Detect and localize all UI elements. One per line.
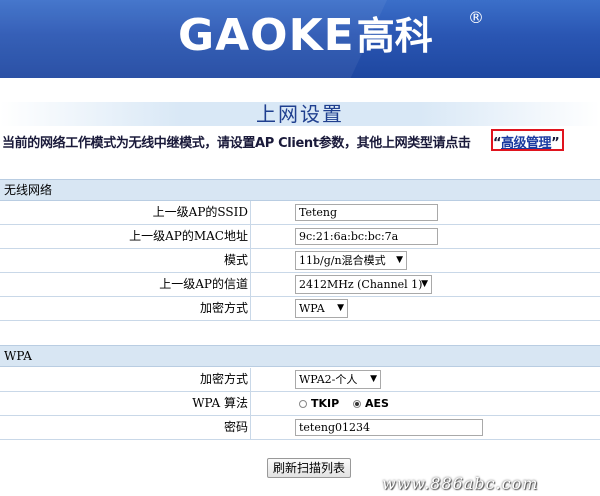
ssid-row: 上一级AP的SSID Teteng xyxy=(0,201,600,225)
security-row: 加密方式 WPA ▼ xyxy=(0,297,600,321)
channel-select-value: 2412MHz (Channel 1) xyxy=(299,278,423,291)
security-select-value: WPA xyxy=(299,302,325,315)
mode-select[interactable]: 11b/g/n混合模式 ▼ xyxy=(295,251,407,270)
password-label: 密码 xyxy=(0,416,251,439)
wpa-algorithm-label: WPA 算法 xyxy=(0,392,251,415)
channel-label: 上一级AP的信道 xyxy=(0,273,251,296)
algorithm-options: TKIP AES xyxy=(299,392,389,415)
quote-close: ” xyxy=(551,136,560,151)
security-label: 加密方式 xyxy=(0,297,251,320)
wpa-section-header: WPA xyxy=(0,345,600,367)
brand-logo-cjk: 高科 xyxy=(356,14,433,58)
mode-label: 模式 xyxy=(0,249,251,272)
advanced-management-link[interactable]: “高级管理” xyxy=(493,132,560,151)
ssid-input[interactable]: Teteng xyxy=(295,204,438,221)
advanced-management-label[interactable]: 高级管理 xyxy=(501,136,552,151)
aes-label: AES xyxy=(365,397,389,410)
mode-row: 模式 11b/g/n混合模式 ▼ xyxy=(0,249,600,273)
brand-logo-latin: GAOKE xyxy=(178,10,355,61)
password-input[interactable]: teteng01234 xyxy=(295,419,483,436)
wireless-section-header: 无线网络 xyxy=(0,179,600,201)
wireless-section-title: 无线网络 xyxy=(4,183,53,197)
mac-input[interactable]: 9c:21:6a:bc:bc:7a xyxy=(295,228,438,245)
tkip-label: TKIP xyxy=(311,397,340,410)
wpa-section-title: WPA xyxy=(4,349,32,363)
wpa-encryption-label: 加密方式 xyxy=(0,368,251,391)
header-banner: GAOKE 高科 ® xyxy=(0,0,600,78)
mode-notice: 当前的网络工作模式为无线中继模式，请设置AP Client参数，其他上网类型请点… xyxy=(2,136,471,151)
aes-radio[interactable] xyxy=(353,399,362,408)
dropdown-arrow-icon: ▼ xyxy=(370,374,377,384)
mode-select-value: 11b/g/n混合模式 xyxy=(299,254,386,267)
mac-row: 上一级AP的MAC地址 9c:21:6a:bc:bc:7a xyxy=(0,225,600,249)
channel-row: 上一级AP的信道 2412MHz (Channel 1) ▼ xyxy=(0,273,600,297)
dropdown-arrow-icon: ▼ xyxy=(396,255,403,265)
wpa-algorithm-row: WPA 算法 TKIP AES xyxy=(0,392,600,416)
wpa-encryption-value: WPA2-个人 xyxy=(299,373,358,386)
wpa-encryption-row: 加密方式 WPA2-个人 ▼ xyxy=(0,368,600,392)
mac-label: 上一级AP的MAC地址 xyxy=(0,225,251,248)
security-select[interactable]: WPA ▼ xyxy=(295,299,348,318)
tkip-radio[interactable] xyxy=(299,399,307,408)
registered-mark: ® xyxy=(468,8,484,27)
refresh-scan-list-button[interactable]: 刷新扫描列表 xyxy=(267,458,352,478)
channel-select[interactable]: 2412MHz (Channel 1) ▼ xyxy=(295,275,432,294)
brand-logo: GAOKE 高科 ® xyxy=(178,6,484,66)
dropdown-arrow-icon: ▼ xyxy=(421,279,428,289)
password-row: 密码 teteng01234 xyxy=(0,416,600,440)
quote-open: “ xyxy=(493,136,502,151)
page-title: 上网设置 xyxy=(0,102,600,126)
site-watermark: www.886abc.com xyxy=(382,474,539,493)
ssid-label: 上一级AP的SSID xyxy=(0,201,251,224)
wpa-encryption-select[interactable]: WPA2-个人 ▼ xyxy=(295,370,381,389)
dropdown-arrow-icon: ▼ xyxy=(337,303,344,313)
